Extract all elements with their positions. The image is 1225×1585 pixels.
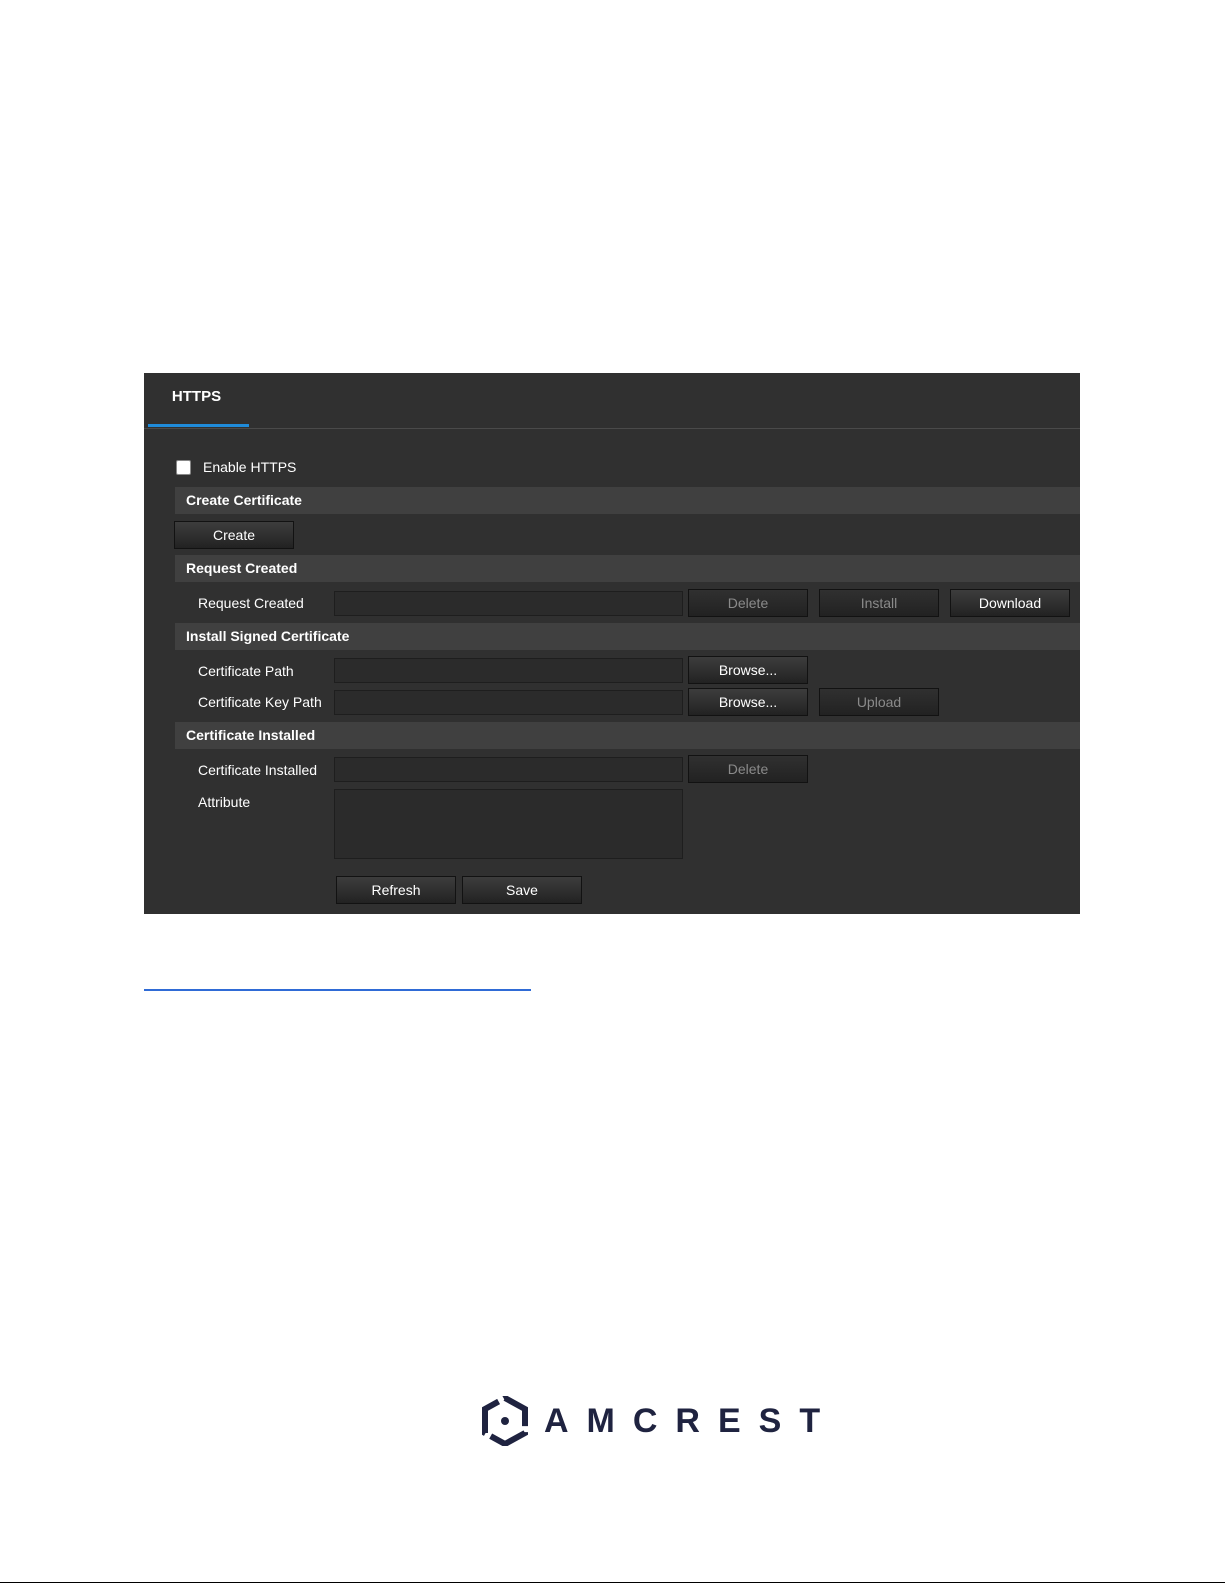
certificate-key-path-label: Certificate Key Path bbox=[198, 694, 322, 710]
request-delete-button[interactable]: Delete bbox=[688, 589, 808, 617]
section-install-signed-certificate: Install Signed Certificate bbox=[175, 623, 1080, 650]
tab-active-indicator bbox=[148, 424, 249, 427]
amcrest-logo-text: AMCREST bbox=[544, 1401, 839, 1440]
section-certificate-installed: Certificate Installed bbox=[175, 722, 1080, 749]
refresh-button[interactable]: Refresh bbox=[336, 876, 456, 904]
certificate-path-field[interactable] bbox=[334, 658, 683, 683]
certificate-installed-field[interactable] bbox=[334, 757, 683, 782]
certificate-browse-button[interactable]: Browse... bbox=[688, 656, 808, 684]
amcrest-logo: AMCREST bbox=[482, 1396, 838, 1446]
https-settings-panel: HTTPS Enable HTTPS Create Certificate Cr… bbox=[144, 373, 1080, 914]
link-underline bbox=[144, 989, 531, 991]
tab-divider bbox=[144, 428, 1080, 429]
certificate-path-label: Certificate Path bbox=[198, 663, 294, 679]
download-button[interactable]: Download bbox=[950, 589, 1070, 617]
save-button[interactable]: Save bbox=[462, 876, 582, 904]
enable-https-row: Enable HTTPS bbox=[176, 459, 296, 475]
request-created-label: Request Created bbox=[198, 595, 304, 611]
install-button[interactable]: Install bbox=[819, 589, 939, 617]
enable-https-label: Enable HTTPS bbox=[203, 459, 297, 475]
upload-button[interactable]: Upload bbox=[819, 688, 939, 716]
section-request-created: Request Created bbox=[175, 555, 1080, 582]
certificate-key-path-field[interactable] bbox=[334, 690, 683, 715]
section-create-certificate: Create Certificate bbox=[175, 487, 1080, 514]
tab-https-label: HTTPS bbox=[171, 388, 222, 405]
attribute-label: Attribute bbox=[198, 794, 251, 810]
key-browse-button[interactable]: Browse... bbox=[688, 688, 808, 716]
attribute-textarea[interactable] bbox=[334, 789, 683, 859]
amcrest-logo-icon bbox=[482, 1396, 528, 1446]
create-button[interactable]: Create bbox=[174, 521, 294, 549]
page-bottom-rule bbox=[0, 1582, 1225, 1583]
tab-https[interactable]: HTTPS bbox=[144, 373, 249, 427]
enable-https-checkbox[interactable] bbox=[176, 459, 191, 475]
installed-delete-button[interactable]: Delete bbox=[688, 755, 808, 783]
request-created-field[interactable] bbox=[334, 591, 683, 616]
certificate-installed-label: Certificate Installed bbox=[198, 762, 318, 778]
